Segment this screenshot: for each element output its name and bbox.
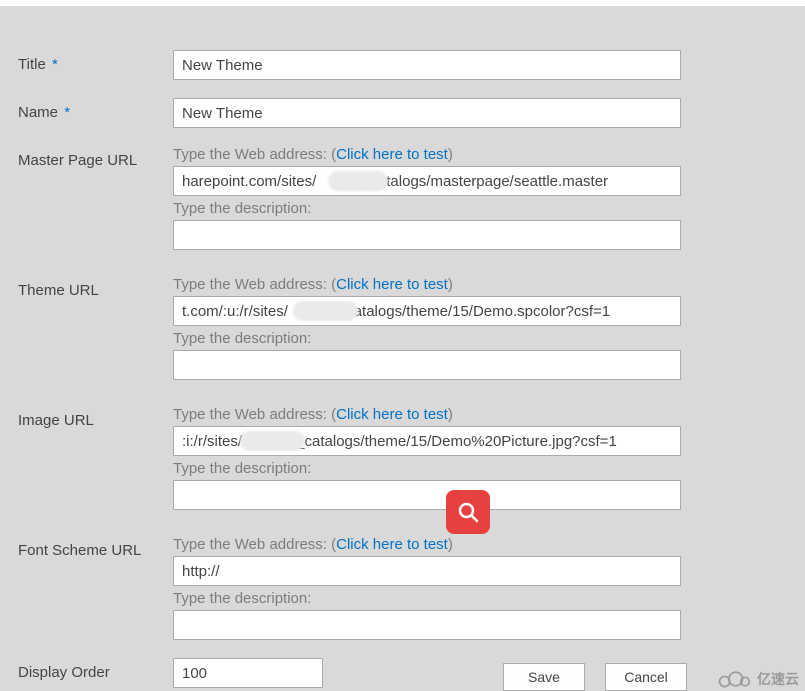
web-address-hint: Type the Web address: (Click here to tes… [173, 276, 681, 293]
image-url-row: Image URL Type the Web address: (Click h… [18, 406, 787, 510]
required-marker: * [52, 56, 58, 73]
description-label: Type the description: [173, 460, 681, 477]
font-scheme-url-row: Font Scheme URL Type the Web address: (C… [18, 536, 787, 640]
web-address-hint: Type the Web address: (Click here to tes… [173, 406, 681, 423]
theme-desc-input[interactable] [173, 350, 681, 380]
search-icon[interactable] [446, 490, 490, 534]
master-page-url-row: Master Page URL Type the Web address: (C… [18, 146, 787, 250]
title-row: Title * [18, 50, 787, 80]
theme-url-label: Theme URL [18, 276, 173, 299]
save-button[interactable]: Save [503, 663, 585, 691]
image-url-input[interactable] [173, 426, 681, 456]
test-link-theme[interactable]: Click here to test [336, 276, 448, 293]
description-label: Type the description: [173, 590, 681, 607]
name-row: Name * [18, 98, 787, 128]
watermark-text: 亿速云 [757, 669, 799, 689]
font-scheme-url-label: Font Scheme URL [18, 536, 173, 559]
master-page-desc-input[interactable] [173, 220, 681, 250]
watermark: 亿速云 [717, 669, 799, 689]
display-order-label: Display Order [18, 658, 173, 681]
description-label: Type the description: [173, 330, 681, 347]
required-marker: * [64, 104, 70, 121]
image-desc-input[interactable] [173, 480, 681, 510]
font-scheme-desc-input[interactable] [173, 610, 681, 640]
description-label: Type the description: [173, 200, 681, 217]
test-link-master[interactable]: Click here to test [336, 146, 448, 163]
name-input[interactable] [173, 98, 681, 128]
theme-url-input[interactable] [173, 296, 681, 326]
test-link-image[interactable]: Click here to test [336, 406, 448, 423]
master-page-url-input[interactable] [173, 166, 681, 196]
test-link-font[interactable]: Click here to test [336, 536, 448, 553]
web-address-hint: Type the Web address: (Click here to tes… [173, 536, 681, 553]
title-input[interactable] [173, 50, 681, 80]
cancel-button[interactable]: Cancel [605, 663, 687, 691]
image-url-label: Image URL [18, 406, 173, 429]
web-address-hint: Type the Web address: (Click here to tes… [173, 146, 681, 163]
display-order-input[interactable] [173, 658, 323, 688]
title-label: Title * [18, 50, 173, 73]
name-label: Name * [18, 98, 173, 121]
font-scheme-url-input[interactable] [173, 556, 681, 586]
theme-url-row: Theme URL Type the Web address: (Click h… [18, 276, 787, 380]
master-page-url-label: Master Page URL [18, 146, 173, 169]
